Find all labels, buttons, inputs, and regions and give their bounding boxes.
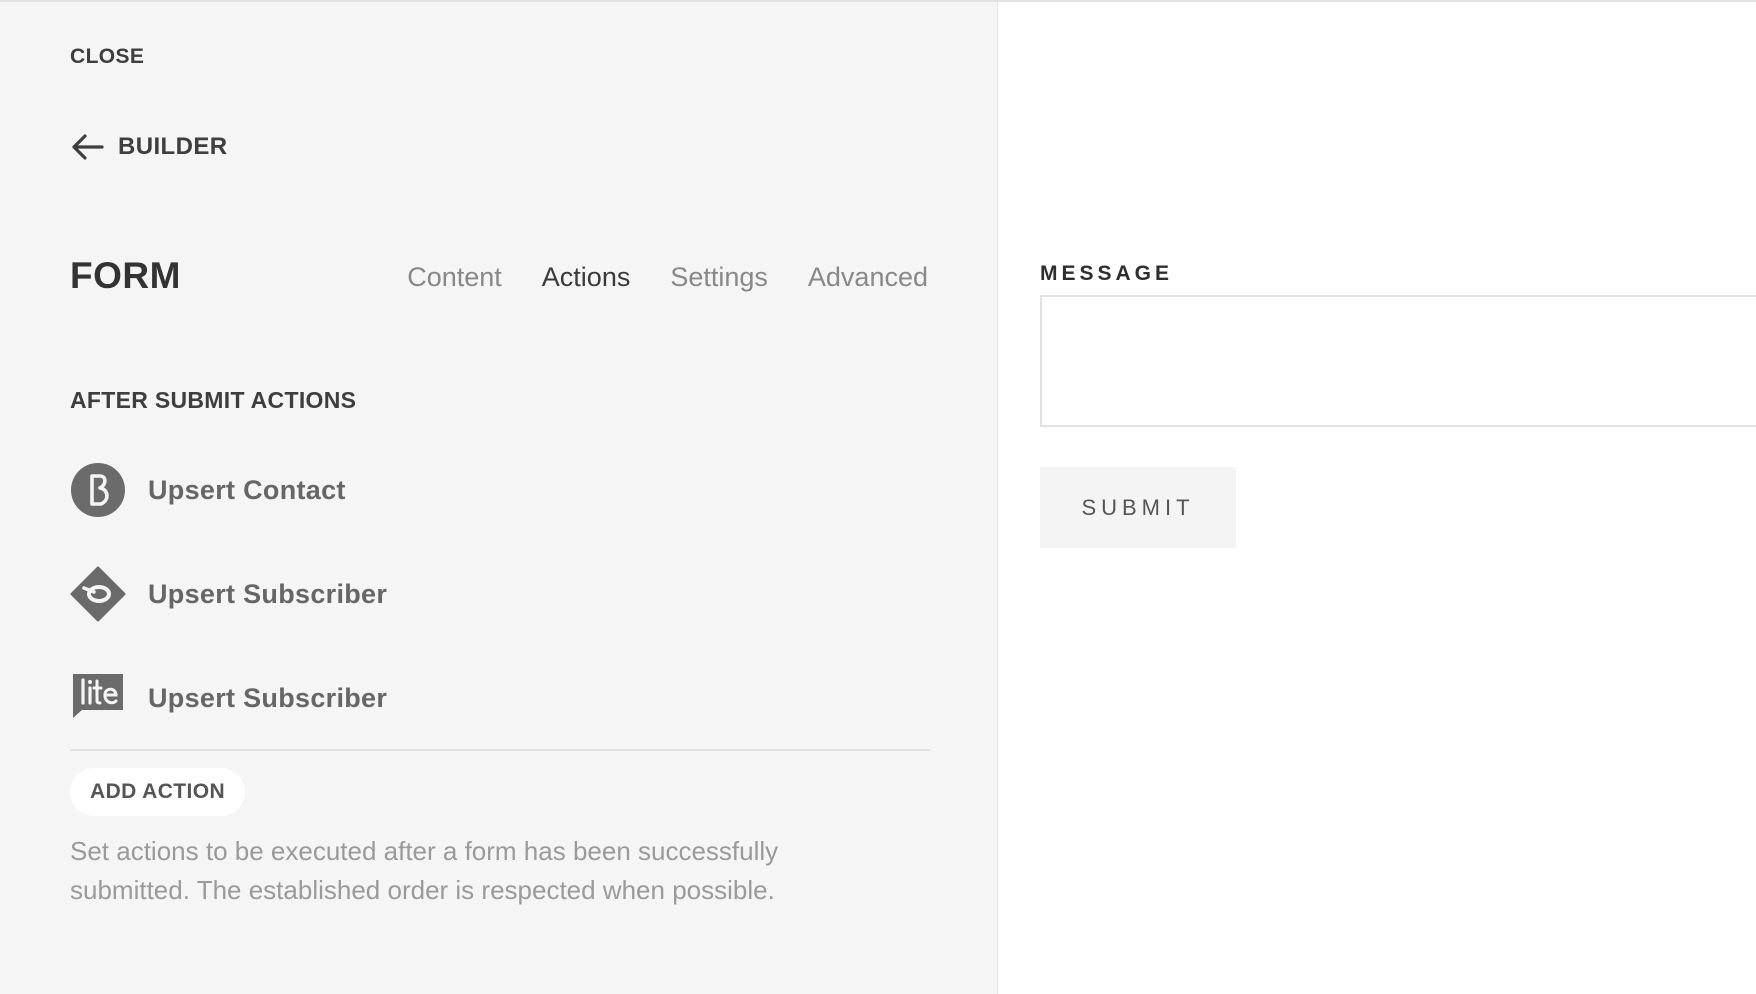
mailerlite-lite-icon: [70, 670, 126, 726]
arrow-left-icon: [72, 134, 104, 160]
message-field-label: MESSAGE: [1040, 262, 1174, 285]
divider: [70, 749, 930, 751]
tab-content[interactable]: Content: [407, 262, 502, 293]
page: CLOSE BUILDER FORM Content Actions Setti…: [0, 0, 1756, 994]
panel-title: FORM: [70, 255, 181, 296]
message-textarea[interactable]: [1040, 295, 1756, 427]
action-upsert-subscriber-mailpoet[interactable]: Upsert Subscriber: [70, 566, 930, 622]
help-text: Set actions to be executed after a form …: [70, 836, 779, 905]
mailpoet-envelope-icon: [70, 566, 126, 622]
actions-list: Upsert Contact Upsert Subscriber Upsert …: [70, 462, 930, 774]
section-heading: AFTER SUBMIT ACTIONS: [70, 387, 357, 413]
action-label: Upsert Subscriber: [148, 578, 388, 609]
tab-settings[interactable]: Settings: [670, 262, 768, 293]
brevo-b-icon: [70, 462, 126, 518]
close-button[interactable]: CLOSE: [70, 45, 144, 69]
add-action-button[interactable]: ADD ACTION: [70, 768, 246, 816]
editor-panel: CLOSE BUILDER FORM Content Actions Setti…: [0, 2, 998, 994]
action-label: Upsert Subscriber: [148, 682, 388, 713]
action-upsert-contact[interactable]: Upsert Contact: [70, 462, 930, 518]
form-preview: MESSAGE SUBMIT: [999, 2, 1756, 994]
tab-actions[interactable]: Actions: [542, 262, 631, 293]
back-to-builder-link[interactable]: BUILDER: [70, 132, 227, 162]
action-label: Upsert Contact: [148, 474, 346, 505]
back-link-label: BUILDER: [118, 133, 228, 160]
panel-tabs: Content Actions Settings Advanced: [407, 262, 928, 293]
tab-advanced[interactable]: Advanced: [808, 262, 928, 293]
action-upsert-subscriber-mailerlite[interactable]: Upsert Subscriber: [70, 670, 930, 726]
submit-button[interactable]: SUBMIT: [1040, 467, 1236, 548]
